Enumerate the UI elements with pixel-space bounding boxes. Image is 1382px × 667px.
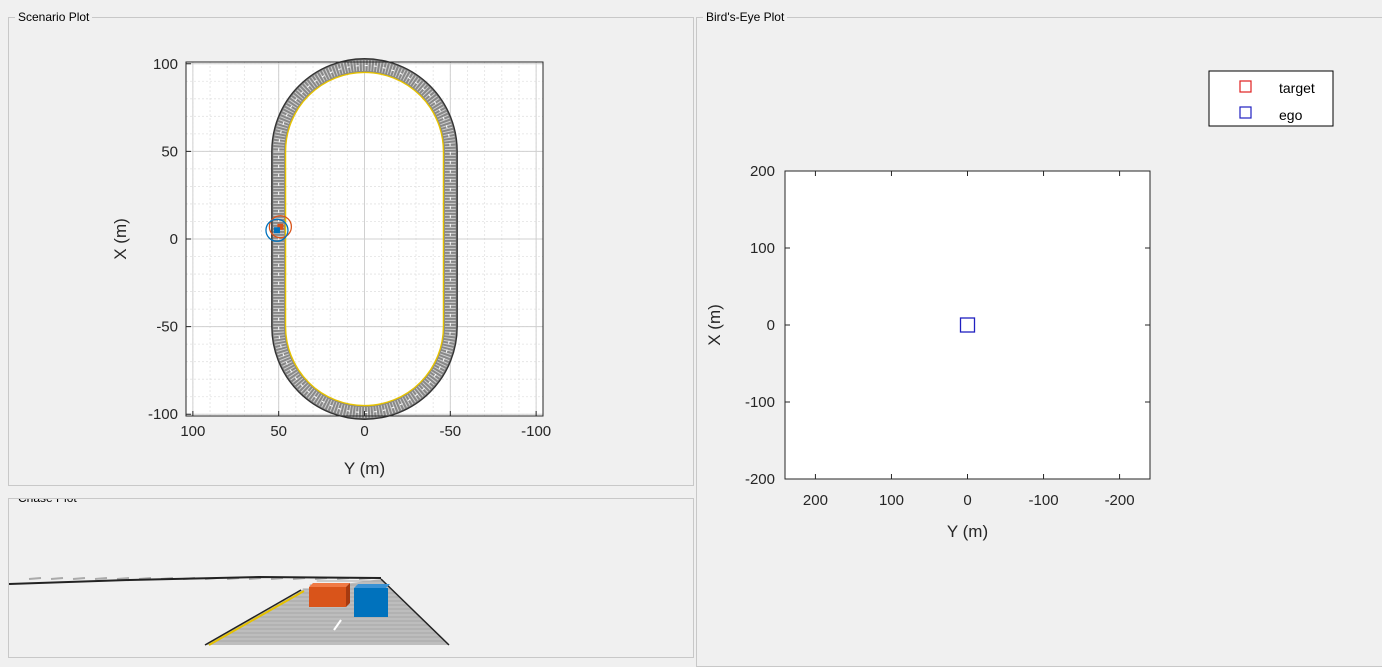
- legend-target-label: target: [1279, 80, 1315, 96]
- scenario-plot-panel: Scenario Plot: [8, 9, 694, 486]
- chase-far-road-segment: [28, 577, 42, 580]
- legend-ego-label: ego: [1279, 107, 1303, 123]
- chase-far-road-segment: [116, 577, 130, 580]
- chase-ego-vehicle: [354, 584, 390, 617]
- chase-target-vehicle: [309, 583, 350, 607]
- chase-far-road-segment: [72, 577, 86, 580]
- birdseye-plot-title: Bird's-Eye Plot: [703, 9, 788, 25]
- scenario-plot-title: Scenario Plot: [15, 9, 93, 25]
- birdseye-legend[interactable]: target ego: [1208, 70, 1334, 127]
- chase-plot-view[interactable]: [9, 499, 694, 658]
- chase-plot-panel: Chase Plot: [8, 498, 694, 658]
- chase-far-road-segment: [94, 577, 108, 580]
- chase-far-road-segment: [50, 577, 64, 580]
